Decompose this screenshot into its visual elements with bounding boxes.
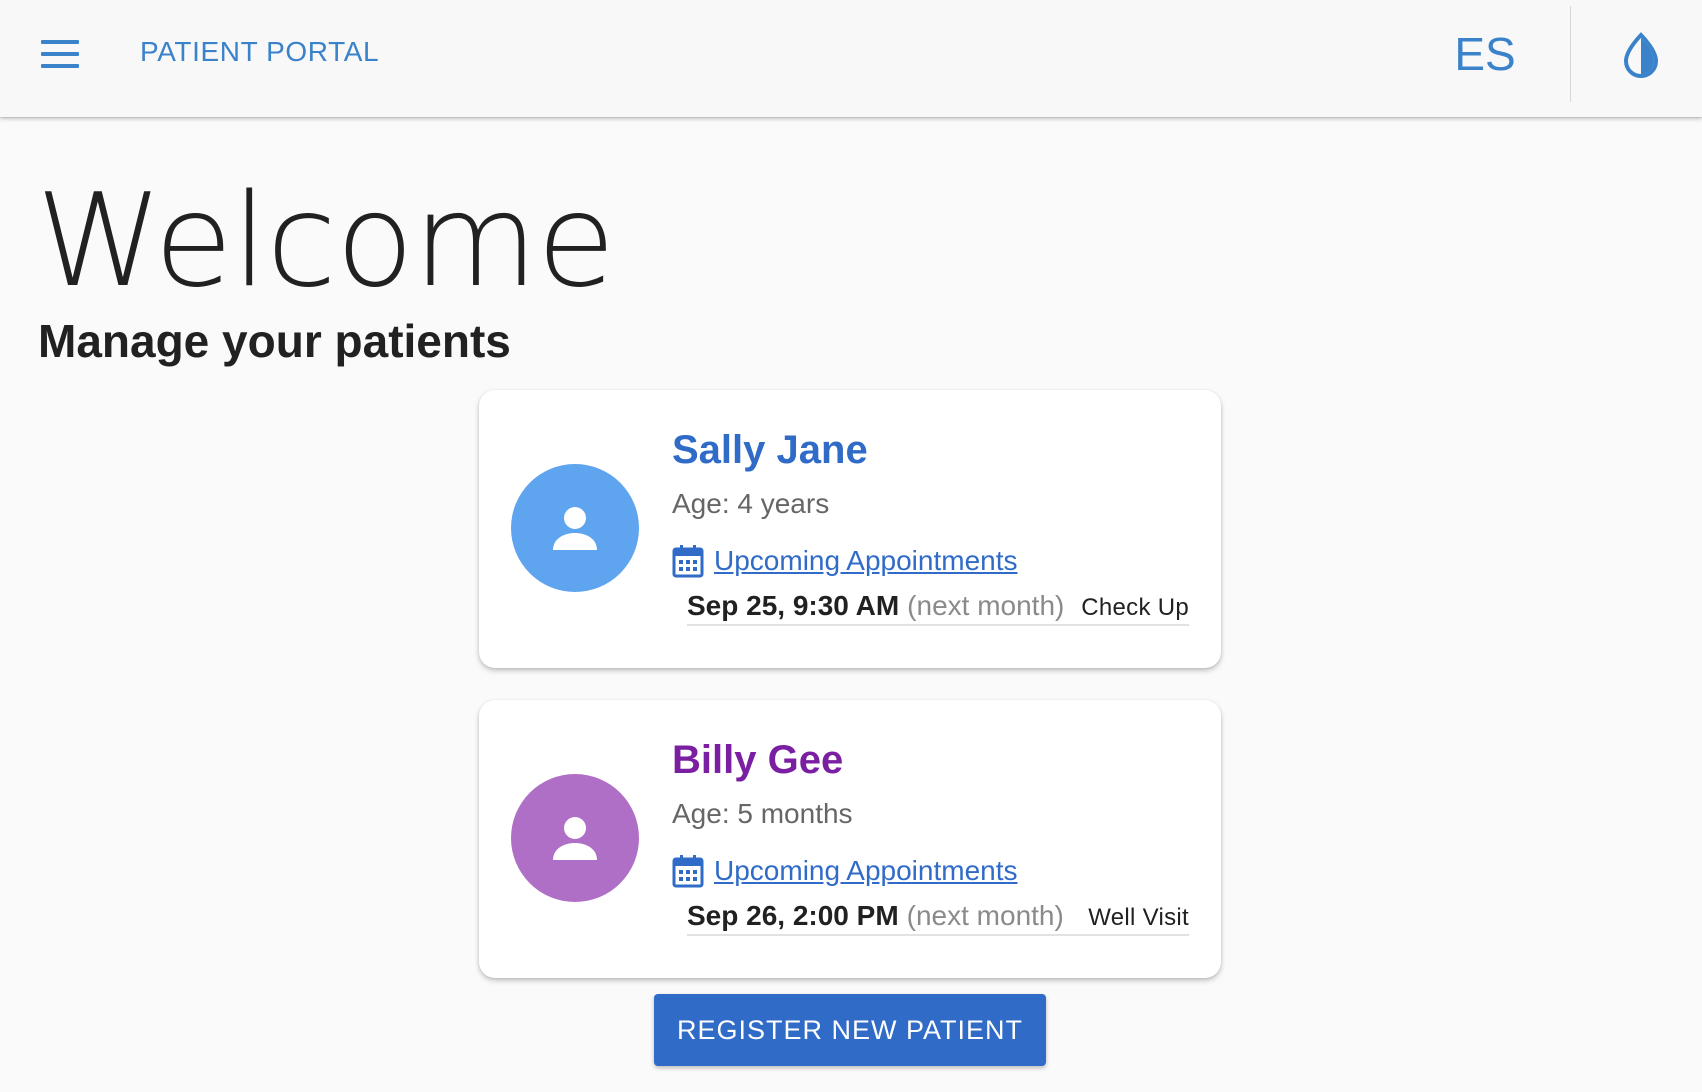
avatar (511, 464, 639, 592)
language-toggle-button[interactable]: ES (1440, 24, 1530, 84)
appointment-relative-time: (next month) (906, 900, 1064, 931)
contrast-drop-icon[interactable] (1618, 30, 1664, 80)
menu-icon-bar (41, 52, 79, 56)
appointment-type: Check Up (1081, 594, 1189, 621)
hamburger-menu-icon[interactable] (30, 30, 90, 78)
patient-name[interactable]: Sally Jane (672, 428, 868, 473)
patient-card: Billy Gee Age: 5 months Upcoming Appoint… (479, 700, 1221, 978)
upcoming-appointments-link[interactable]: Upcoming Appointments (672, 544, 1018, 578)
calendar-icon (672, 855, 704, 888)
upcoming-appointments-label[interactable]: Upcoming Appointments (714, 545, 1018, 577)
appointment-date: Sep 26, 2:00 PM (687, 900, 899, 931)
upcoming-appointments-label[interactable]: Upcoming Appointments (714, 855, 1018, 887)
person-icon (553, 817, 597, 860)
patient-card: Sally Jane Age: 4 years Upcoming Appoint… (479, 390, 1221, 668)
appointment-row[interactable]: Sep 25, 9:30 AM (next month) Check Up (687, 590, 1189, 626)
patient-age: Age: 4 years (672, 488, 830, 519)
person-icon (553, 507, 597, 550)
calendar-icon (672, 545, 704, 578)
appointment-date: Sep 25, 9:30 AM (687, 590, 900, 621)
page-subtitle: Manage your patients (38, 315, 511, 367)
page-title: Welcome (36, 167, 615, 316)
patient-age: Age: 5 months (672, 798, 853, 829)
menu-icon-bar (41, 64, 79, 68)
patient-name[interactable]: Billy Gee (672, 738, 843, 783)
register-new-patient-button[interactable]: REGISTER NEW PATIENT (654, 994, 1046, 1066)
toolbar-divider (1570, 6, 1571, 102)
appointment-type: Well Visit (1088, 904, 1189, 931)
avatar (511, 774, 639, 902)
appointment-row[interactable]: Sep 26, 2:00 PM (next month) Well Visit (687, 900, 1189, 936)
portal-title[interactable]: PATIENT PORTAL (140, 36, 379, 68)
upcoming-appointments-link[interactable]: Upcoming Appointments (672, 854, 1018, 888)
app-bar: PATIENT PORTAL ES (0, 0, 1702, 117)
menu-icon-bar (41, 40, 79, 44)
appointment-relative-time: (next month) (907, 590, 1065, 621)
